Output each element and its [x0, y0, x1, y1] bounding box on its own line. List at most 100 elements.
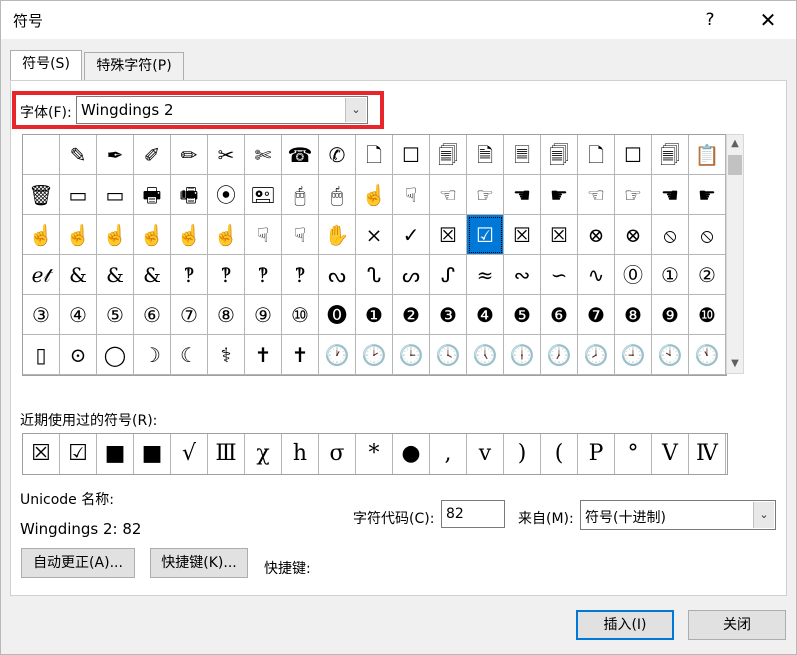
autocorrect-button[interactable]: 自动更正(A)... — [21, 548, 135, 578]
symbol-cell[interactable]: ᔕ — [393, 255, 430, 295]
symbol-cell[interactable]: ⊗ — [578, 215, 615, 255]
symbol-cell[interactable]: ☝ — [97, 215, 134, 255]
symbol-cell[interactable]: ⑩ — [282, 295, 319, 335]
symbol-cell[interactable]: ❽ — [615, 295, 652, 335]
symbol-cell[interactable]: × — [356, 215, 393, 255]
symbol-cell[interactable]: ☒ — [430, 215, 467, 255]
scroll-up-icon[interactable]: ▲ — [727, 135, 743, 153]
symbol-cell[interactable]: ❾ — [652, 295, 689, 335]
symbol-cell[interactable]: 🕕 — [504, 335, 541, 375]
symbol-cell[interactable]: ≈ — [467, 255, 504, 295]
symbol-cell[interactable]: 🗏 — [504, 135, 541, 175]
symbol-cell[interactable]: ☛ — [541, 175, 578, 215]
symbol-cell[interactable]: ☽ — [134, 335, 171, 375]
symbol-cell[interactable]: ☝ — [23, 215, 60, 255]
symbol-cell[interactable]: ❹ — [467, 295, 504, 335]
symbol-cell[interactable]: ᔓ — [319, 255, 356, 295]
symbol-cell[interactable]: ✝ — [282, 335, 319, 375]
symbol-cell[interactable]: ❿ — [689, 295, 726, 335]
symbol-cell[interactable]: ⓪ — [615, 255, 652, 295]
symbol-cell[interactable]: ▯ — [23, 335, 60, 375]
symbol-cell[interactable]: 🖰 — [282, 175, 319, 215]
recent-symbol-cell[interactable]: ☑ — [60, 434, 97, 474]
symbol-cell[interactable]: 🕑 — [356, 335, 393, 375]
symbol-cell[interactable]: ⓿ — [319, 295, 356, 335]
symbol-cell[interactable]: ⊗ — [615, 215, 652, 255]
symbol-cell[interactable]: 🕖 — [541, 335, 578, 375]
symbol-cell[interactable]: 🕗 — [578, 335, 615, 375]
recent-symbol-cell[interactable]: √ — [171, 434, 208, 474]
character-code-input[interactable]: 82 — [441, 500, 505, 528]
symbol-cell[interactable]: & — [134, 255, 171, 295]
symbol-cell[interactable]: ∿ — [578, 255, 615, 295]
symbol-cell[interactable]: ③ — [23, 295, 60, 335]
grid-scrollbar[interactable]: ▲ ▼ — [726, 134, 744, 374]
symbol-cell[interactable]: 🕐 — [319, 335, 356, 375]
insert-button[interactable]: 插入(I) — [576, 610, 674, 640]
symbol-cell[interactable]: & — [60, 255, 97, 295]
symbol-cell[interactable]: 🗐 — [541, 135, 578, 175]
tab-symbols[interactable]: 符号(S) — [10, 50, 82, 80]
symbol-cell[interactable]: ☝ — [208, 215, 245, 255]
symbol-cell[interactable]: ☎ — [282, 135, 319, 175]
symbol-cell[interactable]: ⑤ — [97, 295, 134, 335]
recent-symbol-cell[interactable]: , — [430, 434, 467, 474]
recent-symbol-cell[interactable]: ° — [615, 434, 652, 474]
symbol-cell[interactable]: 🗎 — [467, 135, 504, 175]
symbol-cell[interactable]: ‽ — [282, 255, 319, 295]
symbol-cell[interactable]: ✐ — [134, 135, 171, 175]
symbol-cell[interactable]: 🕘 — [615, 335, 652, 375]
symbol-cell[interactable]: 🖷 — [171, 175, 208, 215]
symbol-cell[interactable]: ☝ — [134, 215, 171, 255]
symbol-cell[interactable]: ᔐ — [356, 255, 393, 295]
recent-symbol-cell[interactable]: ☒ — [23, 434, 60, 474]
recent-symbol-cell[interactable]: ● — [393, 434, 430, 474]
symbol-cell[interactable]: ❼ — [578, 295, 615, 335]
recent-symbol-cell[interactable]: χ — [245, 434, 282, 474]
symbol-cell[interactable]: 🗐 — [652, 135, 689, 175]
symbol-cell[interactable]: 🕚 — [689, 335, 726, 375]
recent-symbol-cell[interactable]: Ⅳ — [689, 434, 726, 474]
symbol-cell[interactable]: 🖱 — [319, 175, 356, 215]
symbol-cell[interactable]: 🕙 — [652, 335, 689, 375]
symbol-cell[interactable]: ∽ — [541, 255, 578, 295]
symbol-cell[interactable]: ☜ — [578, 175, 615, 215]
symbol-cell[interactable]: ☐ — [615, 135, 652, 175]
symbol-cell[interactable]: ▭ — [60, 175, 97, 215]
symbol-cell[interactable]: ✎ — [60, 135, 97, 175]
symbol-cell[interactable] — [23, 135, 60, 175]
symbol-cell[interactable]: ☟ — [245, 215, 282, 255]
symbol-cell[interactable]: ⦸ — [652, 215, 689, 255]
symbol-cell[interactable]: ✄ — [245, 135, 282, 175]
symbol-cell[interactable]: ☾ — [171, 335, 208, 375]
recent-symbol-cell[interactable]: h — [282, 434, 319, 474]
symbol-cell[interactable]: 🖭 — [245, 175, 282, 215]
recent-symbol-cell[interactable]: P — [578, 434, 615, 474]
shortcut-key-button[interactable]: 快捷键(K)... — [150, 548, 248, 578]
recent-symbol-cell[interactable]: ) — [504, 434, 541, 474]
recent-symbol-cell[interactable]: * — [356, 434, 393, 474]
recent-symbol-cell[interactable]: Ⅲ — [208, 434, 245, 474]
symbol-cell[interactable]: ☚ — [504, 175, 541, 215]
symbol-cell[interactable]: ☒ — [541, 215, 578, 255]
symbol-cell[interactable]: ✒ — [97, 135, 134, 175]
symbol-cell[interactable]: & — [97, 255, 134, 295]
symbol-cell[interactable]: ④ — [60, 295, 97, 335]
symbol-cell[interactable]: ☝ — [356, 175, 393, 215]
symbol-cell[interactable]: ⑨ — [245, 295, 282, 335]
symbol-cell[interactable]: ☞ — [615, 175, 652, 215]
symbol-cell[interactable]: ℯ𝓉 — [23, 255, 60, 295]
symbol-cell[interactable]: 🗐 — [430, 135, 467, 175]
recent-symbol-cell[interactable]: ■ — [97, 434, 134, 474]
symbol-cell[interactable]: 🕔 — [467, 335, 504, 375]
tab-special-characters[interactable]: 特殊字符(P) — [84, 52, 184, 80]
symbol-cell[interactable]: ⑧ — [208, 295, 245, 335]
symbol-cell[interactable]: ✝ — [245, 335, 282, 375]
symbol-cell[interactable]: ❷ — [393, 295, 430, 335]
close-icon[interactable]: ✕ — [751, 5, 785, 35]
help-button[interactable]: ? — [695, 5, 725, 35]
symbol-cell[interactable]: ☞ — [467, 175, 504, 215]
symbol-cell[interactable]: 📋 — [689, 135, 726, 175]
symbol-cell[interactable]: ② — [689, 255, 726, 295]
symbol-cell[interactable]: ∾ — [504, 255, 541, 295]
